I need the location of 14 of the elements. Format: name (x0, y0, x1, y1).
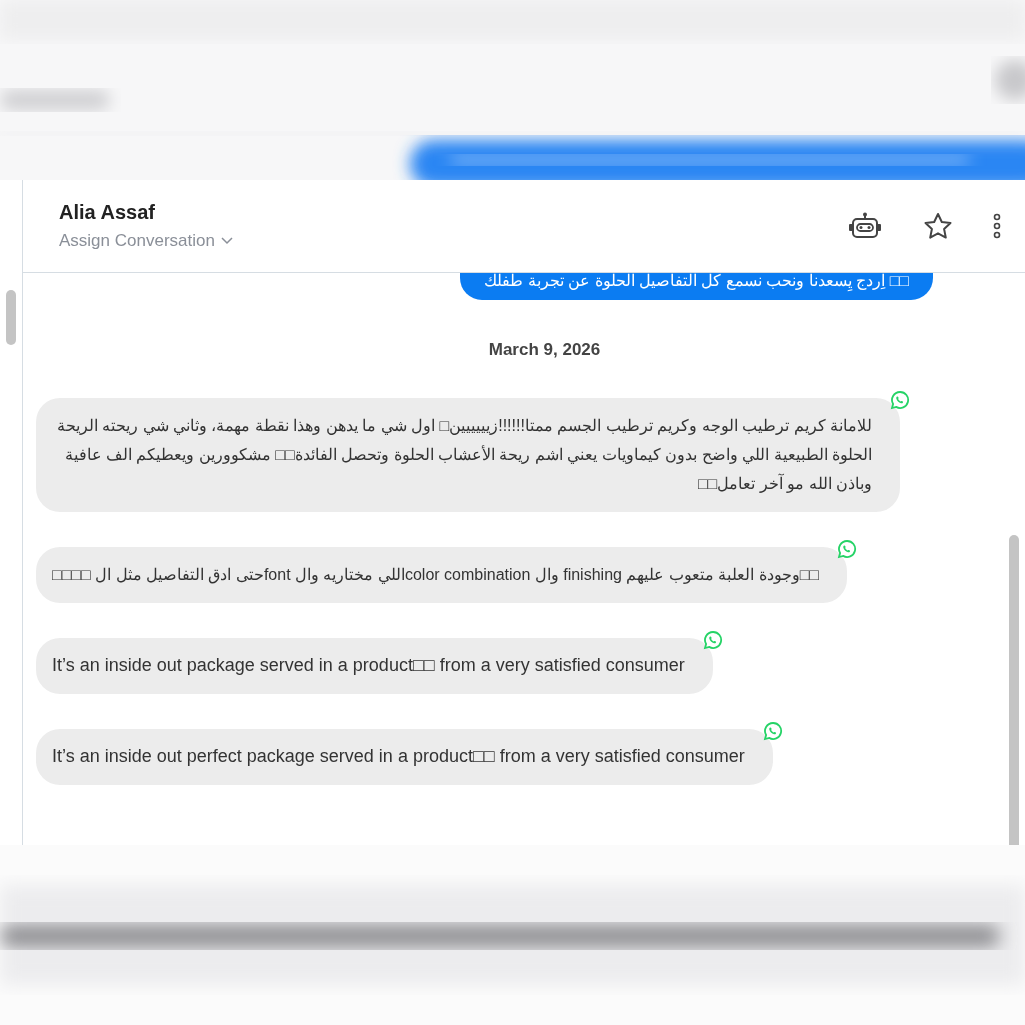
date-divider: March 9, 2026 (488, 340, 601, 360)
scrollbar-thumb[interactable] (1009, 535, 1019, 845)
robot-icon[interactable] (847, 212, 883, 240)
chevron-down-icon (220, 237, 233, 245)
contact-name: Alia Assaf (59, 201, 155, 224)
star-icon[interactable] (923, 212, 953, 240)
assign-conversation-dropdown[interactable]: Assign Conversation (59, 231, 233, 251)
whatsapp-icon (762, 721, 783, 741)
outgoing-message: □□ اِردج يِسعدنا ونحب نسمع كل التفاصيل الحلوة عن تجربة طفلك (460, 273, 933, 300)
scrollbar-thumb[interactable] (6, 290, 16, 345)
whatsapp-icon (890, 390, 910, 410)
whatsapp-icon (702, 630, 723, 650)
more-options-icon[interactable] (993, 212, 1001, 240)
whatsapp-icon (837, 539, 858, 559)
